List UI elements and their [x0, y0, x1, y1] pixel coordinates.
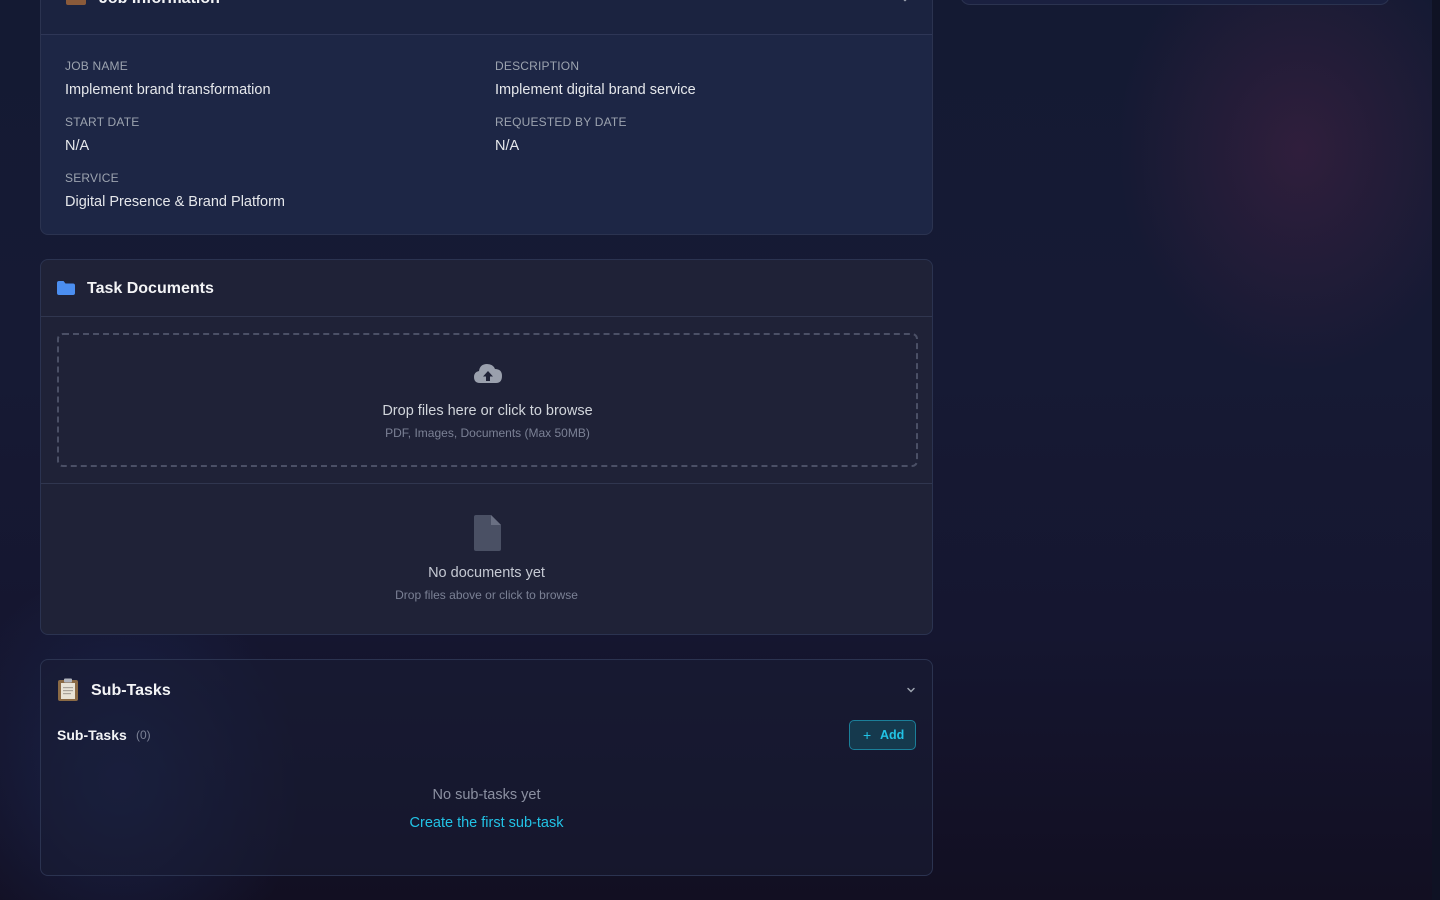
task-documents-card: Task Documents Drop files here or click …: [40, 259, 933, 635]
requested-by-date-field: REQUESTED BY DATE N/A: [495, 115, 627, 155]
clipboard-icon: [58, 678, 78, 701]
job-information-header[interactable]: Job Information: [41, 0, 932, 35]
page-scrollbar[interactable]: [1432, 0, 1440, 900]
cloud-upload-icon: [474, 364, 502, 383]
sub-tasks-list-label: Sub-Tasks: [57, 727, 127, 743]
field-value: Digital Presence & Brand Platform: [65, 194, 286, 210]
create-first-sub-task-link[interactable]: Create the first sub-task: [41, 815, 932, 831]
chevron-down-icon[interactable]: [900, 0, 910, 4]
add-button-label: Add: [880, 728, 905, 742]
field-label: START DATE: [65, 115, 140, 129]
sub-tasks-count: (0): [136, 728, 151, 742]
start-date-field: START DATE N/A: [65, 115, 139, 155]
empty-documents-subtitle: Drop files above or click to browse: [395, 588, 578, 602]
sub-tasks-empty-text: No sub-tasks yet: [432, 787, 541, 803]
field-label: SERVICE: [65, 171, 119, 185]
sub-tasks-card: Sub-Tasks Sub-Tasks (0) + Add No sub-tas…: [40, 659, 933, 876]
dropzone-subtitle: PDF, Images, Documents (Max 50MB): [385, 426, 590, 440]
add-sub-task-button[interactable]: + Add: [849, 720, 916, 750]
service-field: SERVICE Digital Presence & Brand Platfor…: [65, 171, 285, 211]
job-information-card: Job Information JOB NAME Implement brand…: [40, 0, 933, 235]
field-value: Implement brand transformation: [65, 82, 271, 98]
description-field: DESCRIPTION Implement digital brand serv…: [495, 59, 696, 99]
empty-documents-title: No documents yet: [428, 565, 545, 581]
divider: [41, 483, 932, 484]
field-label: REQUESTED BY DATE: [495, 115, 627, 129]
folder-icon: [57, 281, 75, 295]
field-value: Implement digital brand service: [495, 82, 696, 98]
briefcase-icon: [66, 0, 86, 5]
side-panel: [960, 0, 1390, 5]
field-label: JOB NAME: [65, 59, 128, 73]
job-name-field: JOB NAME Implement brand transformation: [65, 59, 271, 99]
task-documents-title: Task Documents: [87, 280, 214, 297]
file-dropzone[interactable]: Drop files here or click to browse PDF, …: [57, 333, 918, 467]
field-value: N/A: [65, 138, 90, 154]
file-icon: [474, 515, 501, 551]
plus-icon: +: [863, 727, 872, 743]
job-information-title: Job Information: [99, 0, 220, 9]
dropzone-title: Drop files here or click to browse: [382, 403, 593, 419]
chevron-down-icon[interactable]: [906, 685, 916, 695]
field-label: DESCRIPTION: [495, 59, 580, 73]
field-value: N/A: [495, 138, 520, 154]
sub-tasks-title: Sub-Tasks: [91, 682, 171, 699]
task-documents-header: Task Documents: [41, 260, 932, 317]
